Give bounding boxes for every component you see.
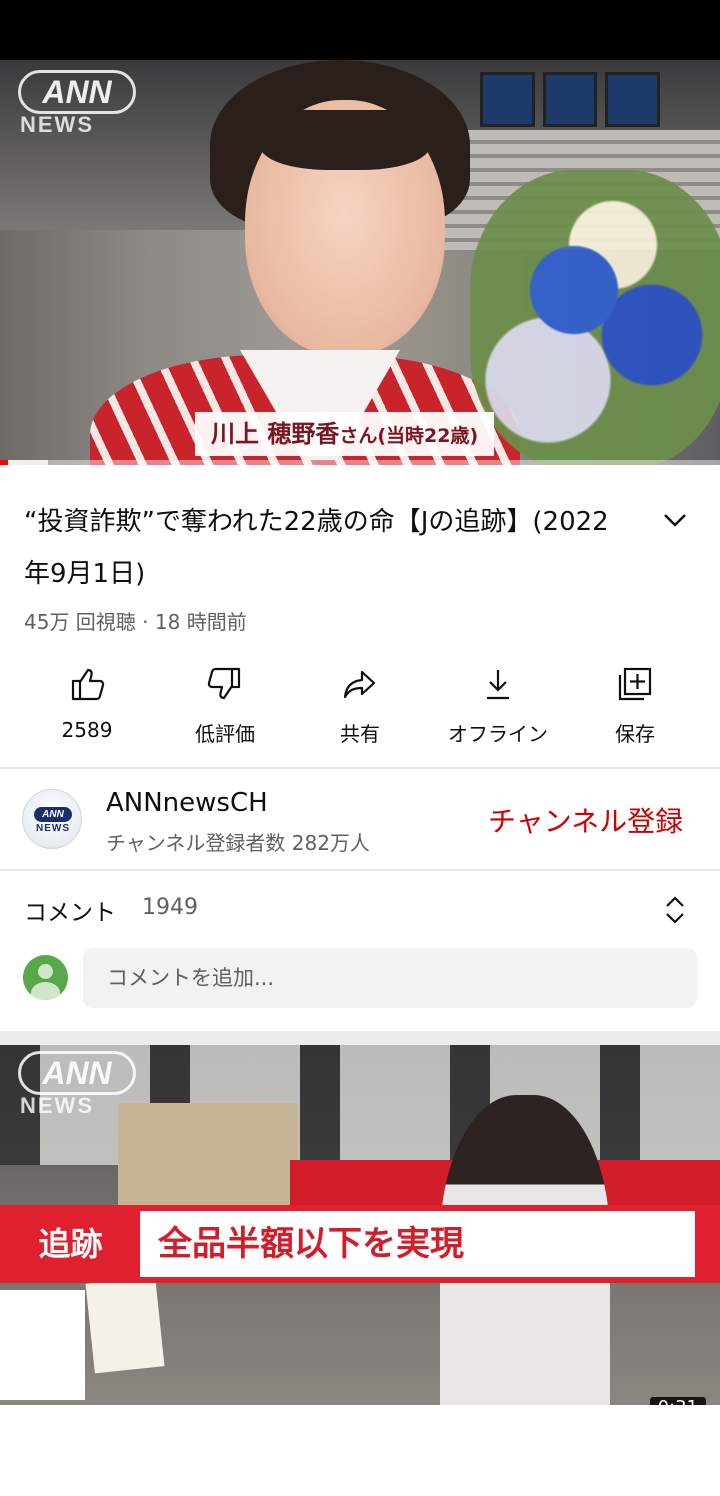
video-flower-bouquet <box>470 170 720 465</box>
like-button[interactable]: 2589 <box>22 660 152 760</box>
banner-text: 全品半額以下を実現 <box>140 1211 695 1277</box>
save-label: 保存 <box>615 722 655 746</box>
video-duration: 0:31 <box>649 1397 706 1405</box>
caption-suffix: さん(当時22歳) <box>339 425 479 447</box>
avatar-body <box>31 982 60 1000</box>
ann-logo: ANN <box>18 70 136 114</box>
share-label: 共有 <box>340 722 380 746</box>
thumbs-up-icon <box>71 668 105 701</box>
video-progress-bar[interactable] <box>0 460 720 465</box>
video-title[interactable]: “投資詐欺”で奪われた22歳の命【Jの追跡】(2022年9月1日) <box>24 496 634 600</box>
upload-age: 18 時間前 <box>154 610 247 634</box>
comments-count: 1949 <box>142 895 198 920</box>
banner-tag: 追跡 <box>38 1225 103 1263</box>
video-subject-bangs <box>260 110 430 170</box>
subscribe-button[interactable]: チャンネル登録 <box>488 800 683 840</box>
caption-name: 川上 穂野香 <box>211 420 340 448</box>
video-caption: 川上 穂野香さん(当時22歳) <box>195 412 495 456</box>
channel-avatar-logo: ANN <box>34 807 72 822</box>
channel-name[interactable]: ANNnewsCH <box>106 788 268 818</box>
progress-buffered <box>8 460 48 465</box>
avatar-head <box>38 964 53 979</box>
share-arrow-icon <box>343 670 376 699</box>
thumb-banner: 追跡 全品半額以下を実現 <box>0 1205 720 1283</box>
channel-avatar[interactable]: ANN NEWS <box>22 789 82 849</box>
like-count: 2589 <box>61 718 113 742</box>
user-avatar <box>23 955 68 1000</box>
channel-subscriber-count: チャンネル登録者数 282万人 <box>106 831 370 855</box>
ann-logo: ANN <box>18 1051 136 1095</box>
share-button[interactable]: 共有 <box>295 660 425 760</box>
thumb-store-sign <box>85 1276 165 1374</box>
news-logo: NEWS <box>20 1093 94 1118</box>
download-icon <box>487 670 509 700</box>
divider <box>0 869 720 871</box>
status-bar <box>0 0 720 60</box>
meta-separator: · <box>142 610 149 634</box>
video-player[interactable]: ANN NEWS 川上 穂野香さん(当時22歳) <box>0 60 720 465</box>
progress-played <box>0 460 8 465</box>
news-logo: NEWS <box>20 112 94 137</box>
thumbs-down-icon <box>207 667 241 700</box>
expand-collapse-icon[interactable] <box>660 893 690 927</box>
save-button[interactable]: 保存 <box>570 660 700 760</box>
comments-heading[interactable]: コメント <box>24 893 116 927</box>
video-meta: 45万 回視聴 · 18 時間前 <box>24 606 247 635</box>
offline-label: オフライン <box>448 722 548 746</box>
view-count: 45万 回視聴 <box>24 610 136 634</box>
offline-download-button[interactable]: オフライン <box>433 660 563 760</box>
thumb-left-sign <box>0 1290 85 1400</box>
dislike-button[interactable]: 低評価 <box>160 660 290 760</box>
chevron-down-icon[interactable] <box>660 505 690 535</box>
add-to-playlist-icon <box>618 667 652 701</box>
dislike-label: 低評価 <box>195 722 255 746</box>
action-bar: 2589 低評価 共有 オフライン 保存 <box>0 660 720 760</box>
next-video-thumbnail[interactable]: ANN NEWS 追跡 全品半額以下を実現 0:31 <box>0 1045 720 1405</box>
channel-avatar-sub: NEWS <box>36 823 70 834</box>
video-monitors <box>480 72 661 127</box>
divider <box>0 767 720 769</box>
section-gap <box>0 1031 720 1045</box>
add-comment-input[interactable]: コメントを追加... <box>83 948 697 1008</box>
